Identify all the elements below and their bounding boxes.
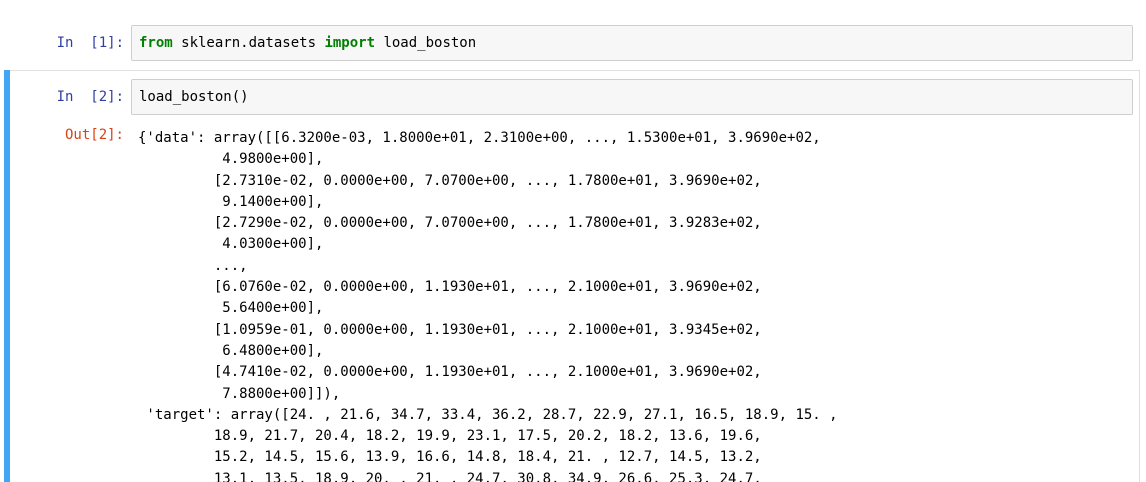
notebook-cell-1[interactable]: In [1]: from sklearn.datasets import loa…	[0, 18, 1146, 68]
keyword-import: import	[324, 35, 376, 51]
prompt-label: In	[56, 89, 74, 105]
input-prompt-2: In [2]:	[0, 89, 124, 106]
notebook-cell-2[interactable]: In [2]: load_boston() Out[2]: {'data': a…	[0, 70, 1146, 482]
input-prompt-1: In [1]:	[0, 35, 124, 52]
output-prompt-2: Out[2]:	[64, 127, 124, 143]
keyword-from: from	[139, 35, 173, 51]
imported-name: load_boston	[375, 35, 477, 51]
code-input-1[interactable]: from sklearn.datasets import load_boston	[131, 25, 1133, 61]
code-line: load_boston()	[139, 89, 249, 105]
prompt-label: In	[56, 35, 74, 51]
code-input-2[interactable]: load_boston()	[131, 79, 1133, 115]
prompt-number: [2]:	[90, 89, 124, 105]
code-line: from sklearn.datasets import load_boston	[139, 35, 476, 52]
cell-output-text: {'data': array([[6.3200e-03, 1.8000e+01,…	[138, 130, 838, 482]
prompt-number: [1]:	[90, 35, 124, 51]
module-name: sklearn.datasets	[172, 35, 325, 51]
